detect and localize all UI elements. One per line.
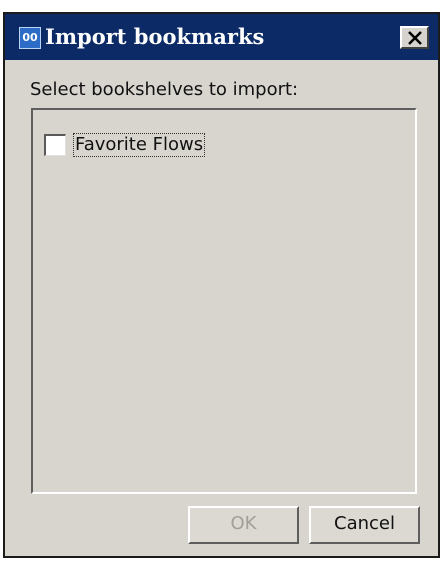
select-bookshelves-label: Select bookshelves to import: — [30, 79, 299, 100]
close-button[interactable] — [400, 26, 429, 49]
favorite-flows-checkbox[interactable] — [44, 134, 66, 156]
close-icon — [408, 31, 422, 45]
ok-button[interactable]: OK — [188, 506, 299, 544]
bookshelves-list[interactable]: Favorite Flows — [31, 108, 417, 494]
import-bookmarks-dialog: 00 Import bookmarks Select bookshelves t… — [3, 12, 440, 558]
title-bar[interactable]: 00 Import bookmarks — [5, 14, 438, 60]
favorite-flows-label[interactable]: Favorite Flows — [73, 133, 206, 157]
cancel-button[interactable]: Cancel — [309, 506, 420, 544]
list-item-favorite-flows[interactable]: Favorite Flows — [44, 132, 206, 158]
app-icon: 00 — [19, 27, 41, 49]
window-title: Import bookmarks — [45, 24, 265, 49]
